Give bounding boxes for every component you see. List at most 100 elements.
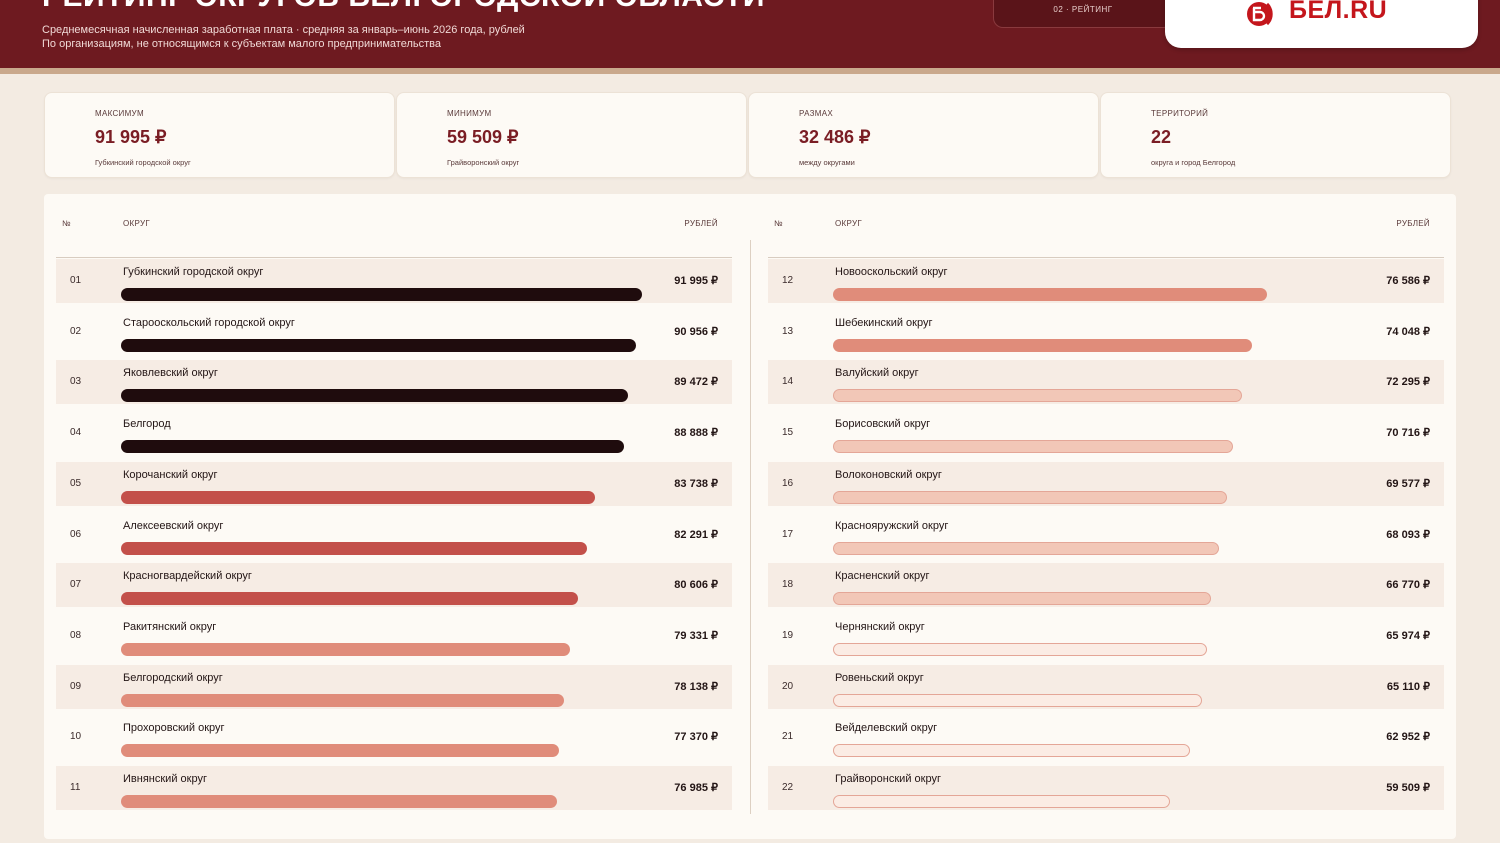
row-district-name: Вейделевский округ <box>835 722 938 735</box>
row-district-name: Борисовский округ <box>835 418 931 431</box>
value-bar <box>121 642 570 656</box>
row-rank: 12 <box>782 275 794 286</box>
value-bar <box>121 795 557 808</box>
value-bar <box>833 541 1219 555</box>
table-row: 16 Волоконовский округ 69 577 ₽ <box>768 461 1444 506</box>
row-value: 90 956 ₽ <box>674 325 718 338</box>
row-district-name: Волоконовский округ <box>835 468 942 481</box>
row-district-name: Новооскольский округ <box>835 266 948 278</box>
stat-label: МАКСИМУМ <box>95 109 144 118</box>
header-divider <box>0 68 1500 74</box>
value-bar <box>121 389 628 403</box>
row-value: 70 716 ₽ <box>1386 427 1430 440</box>
row-district-name: Белгород <box>123 418 171 431</box>
row-rank: 15 <box>782 427 794 439</box>
row-rank: 21 <box>782 731 794 743</box>
page-title: РЕЙТИНГ ОКРУГОВ БЕЛГОРОДСКОЙ ОБЛАСТИ <box>42 0 765 14</box>
row-district-name: Чернянский округ <box>835 620 925 633</box>
row-value: 91 995 ₽ <box>674 275 718 287</box>
table-row: 12 Новооскольский округ 76 586 ₽ <box>768 259 1444 303</box>
row-value: 65 110 ₽ <box>1386 680 1430 693</box>
row-value: 72 295 ₽ <box>1386 376 1430 389</box>
stat-label: ТЕРРИТОРИЙ <box>1151 109 1209 118</box>
row-rank: 14 <box>782 376 794 388</box>
row-district-name: Шебекинский округ <box>835 316 933 329</box>
stat-value: 22 <box>1151 127 1172 147</box>
row-district-name: Красненский округ <box>835 570 930 583</box>
row-rank: 08 <box>70 629 82 641</box>
header-num: № <box>62 219 71 228</box>
table-row: 22 Грайворонский округ 59 509 ₽ <box>768 766 1444 810</box>
value-bar <box>833 338 1252 352</box>
logo-mark-icon <box>1247 2 1273 26</box>
row-value: 68 093 ₽ <box>1386 528 1430 541</box>
value-bar <box>121 744 559 758</box>
row-district-name: Губкинский городской округ <box>123 266 264 278</box>
table-row: 05 Корочанский округ 83 738 ₽ <box>56 461 732 506</box>
row-value: 77 370 ₽ <box>674 731 718 744</box>
table-row: 17 Краснояружский округ 68 093 ₽ <box>768 513 1444 557</box>
stat-label: РАЗМАХ <box>799 109 834 118</box>
table-row: 11 Ивнянский округ 76 985 ₽ <box>56 766 732 810</box>
value-bar <box>833 490 1227 504</box>
row-value: 76 586 ₽ <box>1386 275 1430 287</box>
header-rubles: РУБЛЕЙ <box>1396 219 1430 228</box>
row-district-name: Старооскольский городской округ <box>123 316 295 329</box>
table-row: 07 Красногвардейский округ 80 606 ₽ <box>56 563 732 608</box>
table-row: 18 Красненский округ 66 770 ₽ <box>768 563 1444 608</box>
row-rank: 05 <box>70 477 82 489</box>
row-district-name: Корочанский округ <box>123 468 218 481</box>
row-district-name: Валуйский округ <box>835 367 919 380</box>
row-district-name: Ивнянский округ <box>123 773 207 785</box>
row-value: 76 985 ₽ <box>674 782 718 794</box>
stats-row: МАКСИМУМ 91 995 ₽ Губкинский городской о… <box>44 92 1456 178</box>
header-district: ОКРУГ <box>835 219 862 228</box>
value-bar <box>121 440 624 454</box>
header-num: № <box>774 219 783 228</box>
row-district-name: Грайворонский округ <box>835 773 941 785</box>
row-district-name: Краснояружский округ <box>835 519 949 532</box>
table-header: № ОКРУГ РУБЛЕЙ <box>768 212 1444 258</box>
stat-note: между округами <box>799 158 855 167</box>
value-bar <box>121 541 587 555</box>
row-value: 59 509 ₽ <box>1386 782 1430 794</box>
stat-note: Губкинский городской округ <box>95 158 191 167</box>
table-row: 08 Ракитянский округ 79 331 ₽ <box>56 614 732 658</box>
row-value: 74 048 ₽ <box>1386 325 1430 338</box>
subtitle-note: По организациям, не относящимся к субъек… <box>42 38 441 50</box>
table-row: 14 Валуйский округ 72 295 ₽ <box>768 360 1444 405</box>
row-value: 69 577 ₽ <box>1386 477 1430 490</box>
stat-note: округа и город Белгород <box>1151 158 1236 167</box>
row-rank: 10 <box>70 731 82 743</box>
value-bar <box>833 744 1190 758</box>
row-rank: 11 <box>70 782 81 793</box>
tab-rating[interactable]: 02 · РЕЙТИНГ <box>993 0 1173 28</box>
row-value: 65 974 ₽ <box>1386 629 1430 642</box>
stat-value: 91 995 ₽ <box>95 127 167 147</box>
value-bar <box>121 693 564 707</box>
row-rank: 02 <box>70 325 82 337</box>
row-value: 82 291 ₽ <box>674 528 718 541</box>
logo[interactable]: БЕЛ.RU <box>1165 0 1478 48</box>
row-district-name: Белгородский округ <box>123 671 223 684</box>
row-rank: 16 <box>782 477 794 489</box>
stat-card-territories: ТЕРРИТОРИЙ 22 округа и город Белгород <box>1100 92 1451 178</box>
row-value: 66 770 ₽ <box>1386 579 1430 592</box>
stat-card-max: МАКСИМУМ 91 995 ₽ Губкинский городской о… <box>44 92 395 178</box>
value-bar <box>121 592 578 606</box>
row-value: 83 738 ₽ <box>674 477 718 490</box>
row-rank: 04 <box>70 427 82 439</box>
row-rank: 22 <box>782 782 794 793</box>
row-value: 89 472 ₽ <box>674 376 718 389</box>
value-bar <box>833 440 1233 454</box>
stat-card-range: РАЗМАХ 32 486 ₽ между округами <box>748 92 1099 178</box>
row-district-name: Красногвардейский округ <box>123 570 252 583</box>
table-row: 19 Чернянский округ 65 974 ₽ <box>768 614 1444 658</box>
row-rank: 19 <box>782 629 794 641</box>
value-bar <box>833 795 1170 808</box>
stat-label: МИНИМУМ <box>447 109 492 118</box>
row-district-name: Алексеевский округ <box>123 519 224 532</box>
table-row: 13 Шебекинский округ 74 048 ₽ <box>768 310 1444 354</box>
table-row: 02 Старооскольский городской округ 90 956 … <box>56 310 732 354</box>
row-value: 88 888 ₽ <box>674 427 718 440</box>
